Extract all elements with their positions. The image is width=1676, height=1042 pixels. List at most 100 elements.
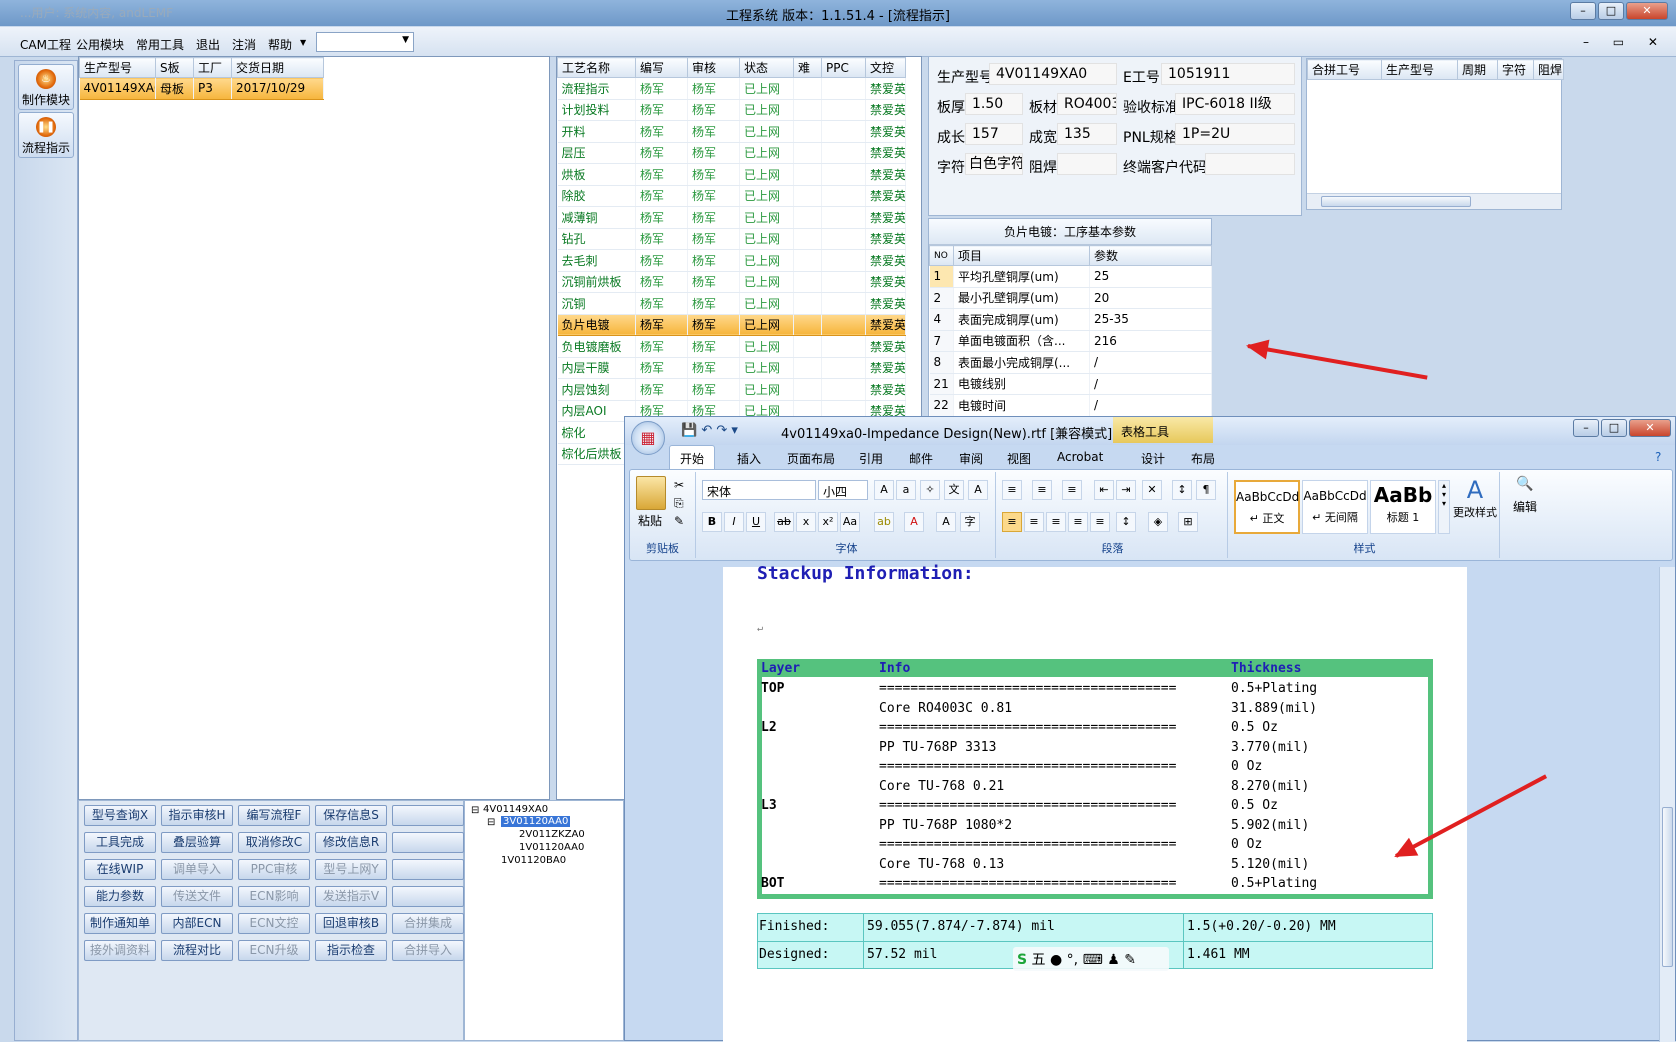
tab-insert[interactable]: 插入 [737,450,761,467]
multilevel-list-icon[interactable]: ≡ [1062,480,1082,500]
font-name-select[interactable]: 宋体 [702,480,816,500]
col-header[interactable]: 审核 [687,57,740,78]
table-row[interactable]: 烘板 杨军 杨军 已上网 禁爱英 [557,163,906,186]
action-button[interactable]: 接外调资料 [84,940,156,961]
line-spacing-icon[interactable]: ↕ [1116,512,1136,532]
tab-acrobat[interactable]: Acrobat [1057,450,1103,464]
office-button-icon[interactable]: ▦ [631,421,665,455]
quick-access-icons[interactable]: 💾 ↶ ↷ ▾ [681,423,738,438]
col-header[interactable]: 状态 [739,57,794,78]
col-header[interactable]: 周期 [1457,59,1498,80]
col-header[interactable]: 生产型号 [1381,59,1458,80]
action-button[interactable]: 能力参数 [84,886,156,907]
tree-selected-node[interactable]: 3V01120AA0 [501,816,571,827]
action-button[interactable]: ECN升级 [238,940,310,961]
mdi-controls[interactable]: – ▭ ✕ [1583,35,1668,49]
col-header[interactable]: NO [929,245,954,266]
action-button[interactable]: ECN影响 [238,886,310,907]
table-row[interactable]: 内层蚀刻 杨军 杨军 已上网 禁爱英 [557,378,906,401]
sort-icon[interactable]: ↕ [1172,480,1192,500]
standard-field[interactable]: IPC-6018 II级 [1175,93,1295,115]
tree-root[interactable]: 4V01149XA0 [483,804,548,815]
action-button[interactable]: 制作通知单 [84,913,156,934]
tree-node[interactable]: 1V01120BA0 [501,855,566,866]
char-border-icon[interactable]: A [968,480,988,500]
tab-design[interactable]: 设计 [1141,450,1165,467]
table-row[interactable]: 22 电镀时间 / [929,394,1212,417]
action-button[interactable] [392,805,464,826]
length-field[interactable]: 157 [965,123,1023,145]
action-button[interactable]: 指示检查 [315,940,387,961]
table-row[interactable]: 沉铜 杨军 杨军 已上网 禁爱英 [557,292,906,315]
style-no-spacing[interactable]: AaBbCcDd ↵ 无间隔 [1302,480,1368,534]
show-marks-icon[interactable]: ¶ [1196,480,1216,500]
font-color-icon[interactable]: A [904,512,924,532]
shrink-font-icon[interactable]: a [896,480,916,500]
editing-group[interactable]: 🔍 编辑 [1502,472,1548,558]
maximize-button[interactable]: □ [1598,2,1624,20]
minimize-button[interactable]: – [1570,2,1596,20]
col-header[interactable]: 合拼工号 [1307,59,1382,80]
document-page[interactable]: Stackup Information: ↵ Layer Info Thickn… [723,563,1467,1042]
horizontal-scrollbar[interactable] [1307,193,1561,209]
action-button[interactable]: 内部ECN [161,913,233,934]
action-button[interactable]: 型号查询X [84,805,156,826]
menu-combo[interactable]: ▼ [316,32,414,52]
change-case-icon[interactable]: Aa [840,512,860,532]
table-row[interactable]: 开料 杨军 杨军 已上网 禁爱英 [557,120,906,143]
tab-layout[interactable]: 布局 [1191,450,1215,467]
phonetic-icon[interactable]: 文 [944,480,964,500]
borders-icon[interactable]: ⊞ [1178,512,1198,532]
table-row[interactable]: 8 表面最小完成铜厚(... / [929,351,1212,374]
col-header[interactable]: 难 [793,57,822,78]
action-button[interactable]: 发送指示V [315,886,387,907]
mask-field[interactable] [1057,153,1117,175]
width-field[interactable]: 135 [1057,123,1117,145]
tab-review[interactable]: 审阅 [959,450,983,467]
tree-expander-icon[interactable]: ⊟ [471,805,479,816]
action-button[interactable] [392,859,464,880]
e-no-field[interactable]: 1051911 [1161,63,1295,85]
col-header[interactable]: 生产型号 [79,57,156,78]
action-button[interactable]: 传送文件 [161,886,233,907]
action-button[interactable]: 叠层验算 [161,832,233,853]
help-icon[interactable]: ? [1655,450,1661,464]
table-row[interactable]: 4V01149XA0 母板 P3 2017/10/29 [79,77,324,100]
styles-scroll-icon[interactable]: ▴ ▾ ▾ [1438,480,1450,534]
table-row[interactable]: 2 最小孔壁铜厚(um) 20 [929,287,1212,309]
action-button[interactable]: 指示审核H [161,805,233,826]
col-header[interactable]: 项目 [953,245,1090,266]
action-button[interactable]: 在线WIP [84,859,156,880]
action-button[interactable]: 流程对比 [161,940,233,961]
justify-icon[interactable]: ≡ [1068,512,1088,532]
tab-mailings[interactable]: 邮件 [909,450,933,467]
clear-format-icon[interactable]: ✧ [920,480,940,500]
style-normal[interactable]: AaBbCcDd ↵ 正文 [1234,480,1300,534]
numbering-icon[interactable]: ≡ [1032,480,1052,500]
table-row[interactable]: 减薄铜 杨军 杨军 已上网 禁爱英 [557,206,906,229]
grow-font-icon[interactable]: A [874,480,894,500]
table-row[interactable]: 7 单面电镀面积（含... 216 [929,330,1212,352]
table-row[interactable]: 21 电镀线别 / [929,373,1212,395]
action-button[interactable] [392,832,464,853]
action-button[interactable]: 合拼导入 [392,940,464,961]
col-header[interactable]: 编写 [635,57,688,78]
customer-code-field[interactable] [1205,153,1295,175]
style-heading-1[interactable]: AaBb 标题 1 [1370,480,1436,534]
word-minimize-button[interactable]: – [1573,419,1599,437]
action-button[interactable]: 合拼集成 [392,913,464,934]
action-button[interactable]: 编写流程F [238,805,310,826]
format-painter-icon[interactable]: ✎ [674,514,684,528]
italic-icon[interactable]: I [724,512,744,532]
menu-exit[interactable]: 退出 [196,36,220,53]
table-row[interactable]: 沉铜前烘板 杨军 杨军 已上网 禁爱英 [557,271,906,293]
table-row[interactable]: 去毛刺 杨军 杨军 已上网 禁爱英 [557,249,906,272]
col-header[interactable]: 文控 [865,57,906,78]
superscript-icon[interactable]: x² [818,512,838,532]
highlight-icon[interactable]: ab [874,512,894,532]
tab-home[interactable]: 开始 [669,445,716,471]
menu-help[interactable]: 帮助 [268,36,292,53]
action-button[interactable]: 回退审核B [315,913,387,934]
table-row[interactable]: 1 平均孔壁铜厚(um) 25 [929,265,1212,288]
tree-node[interactable]: 1V01120AA0 [519,842,584,853]
